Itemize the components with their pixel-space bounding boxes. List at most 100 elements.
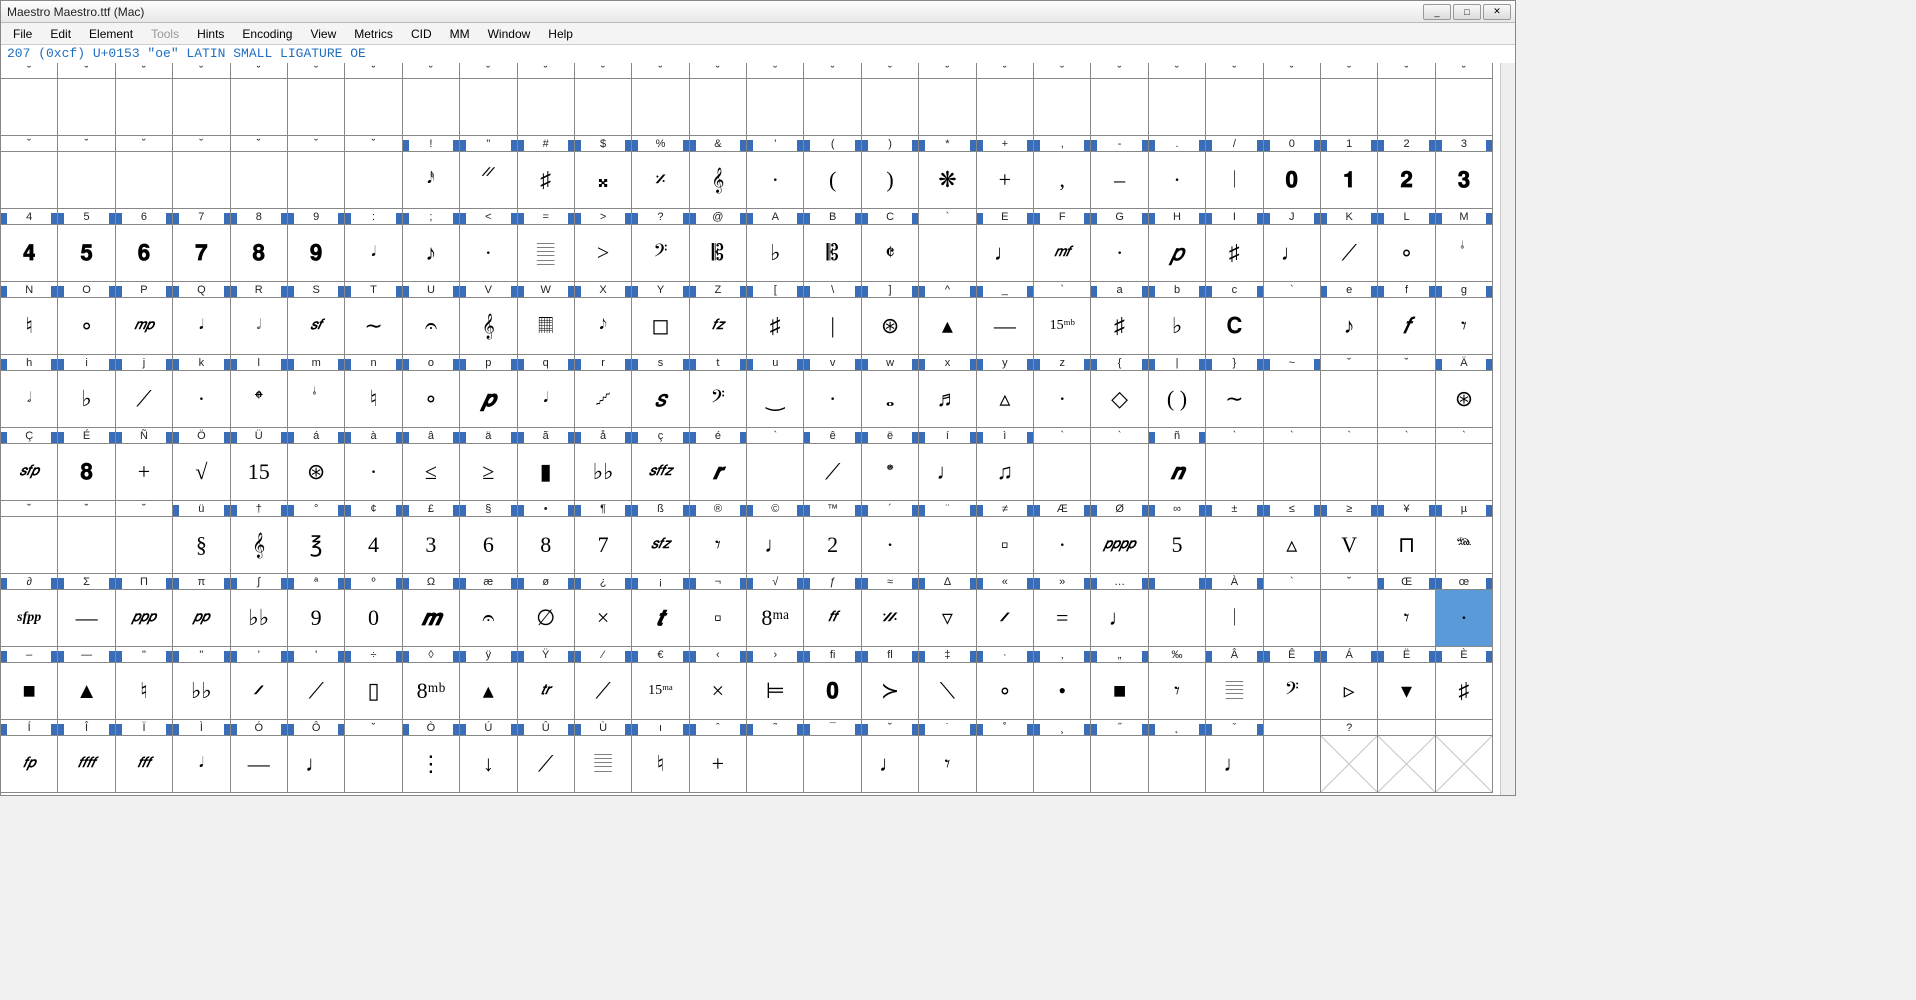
glyph-cell[interactable]: · — [747, 152, 804, 209]
menu-edit[interactable]: Edit — [42, 25, 79, 43]
glyph-cell[interactable]: ♭ — [747, 225, 804, 282]
glyph-cell[interactable] — [1321, 79, 1378, 136]
glyph-header[interactable]: ñ — [1149, 428, 1206, 444]
glyph-header[interactable]: « — [977, 574, 1034, 590]
glyph-header[interactable]: Ç — [1, 428, 58, 444]
glyph-header[interactable]: ` — [1091, 428, 1148, 444]
glyph-cell[interactable] — [1378, 736, 1435, 793]
glyph-header[interactable]: * — [919, 136, 976, 152]
glyph-header[interactable]: Ä — [1436, 355, 1493, 371]
glyph-cell[interactable] — [804, 736, 861, 793]
glyph-header[interactable]: £ — [403, 501, 460, 517]
glyph-header[interactable]: ˘ — [1, 501, 58, 517]
glyph-header[interactable]: " — [116, 647, 173, 663]
glyph-cell[interactable]: 𝄪 — [575, 152, 632, 209]
glyph-cell[interactable]: 𝑓𝑓𝑓 — [116, 736, 173, 793]
glyph-cell[interactable]: ▫ — [690, 590, 747, 647]
glyph-cell[interactable] — [919, 517, 976, 574]
glyph-cell[interactable]: 𝄍 — [231, 663, 288, 720]
glyph-cell[interactable] — [288, 152, 345, 209]
glyph-cell[interactable]: · — [1149, 152, 1206, 209]
glyph-header[interactable]: ? — [632, 209, 689, 225]
glyph-cell[interactable]: 𝄾 — [1436, 298, 1493, 355]
glyph-cell[interactable]: 𝑓𝑓𝑓𝑓 — [58, 736, 115, 793]
glyph-header[interactable]: µ — [1436, 501, 1493, 517]
glyph-header[interactable]: ˘ — [288, 63, 345, 79]
glyph-header[interactable]: „ — [1091, 647, 1148, 663]
vertical-scrollbar[interactable] — [1500, 63, 1515, 795]
glyph-cell[interactable]: 𝟒 — [1, 225, 58, 282]
glyph-header[interactable]: ˘ — [977, 63, 1034, 79]
glyph-header[interactable]: ˘ — [690, 63, 747, 79]
glyph-cell[interactable] — [1, 152, 58, 209]
glyph-header[interactable]: Ê — [1264, 647, 1321, 663]
glyph-cell[interactable]: 𝅘𝅥 — [345, 225, 402, 282]
glyph-cell[interactable] — [173, 79, 230, 136]
glyph-cell[interactable]: √ — [173, 444, 230, 501]
menu-window[interactable]: Window — [480, 25, 539, 43]
glyph-header[interactable]: \ — [804, 282, 861, 298]
glyph-cell[interactable]: · — [1034, 517, 1091, 574]
glyph-header[interactable]: T — [345, 282, 402, 298]
glyph-header[interactable]: ˘ — [747, 63, 804, 79]
glyph-header[interactable]: › — [747, 647, 804, 663]
glyph-header[interactable]: 9 — [288, 209, 345, 225]
glyph-header[interactable]: ˘ — [116, 63, 173, 79]
glyph-cell[interactable]: 𝐂 — [1206, 298, 1263, 355]
glyph-cell[interactable]: 𝅝 — [862, 371, 919, 428]
glyph-header[interactable]: o — [403, 355, 460, 371]
glyph-header[interactable]: Ì — [173, 720, 230, 736]
glyph-header[interactable]: : — [345, 209, 402, 225]
glyph-cell[interactable] — [1264, 590, 1321, 647]
glyph-grid-container[interactable]: ˘˘˘˘˘˘˘˘˘˘˘˘˘˘˘˘˘˘˘˘˘˘˘˘˘˘˘˘˘˘˘˘˘!"#$%&'… — [1, 63, 1515, 795]
glyph-cell[interactable]: ▹ — [1321, 663, 1378, 720]
glyph-cell[interactable]: 6 — [460, 517, 517, 574]
glyph-header[interactable]: = — [518, 209, 575, 225]
glyph-cell[interactable] — [1149, 590, 1206, 647]
glyph-cell[interactable] — [116, 152, 173, 209]
glyph-header[interactable]: π — [173, 574, 230, 590]
glyph-cell[interactable]: 𝄏 — [862, 590, 919, 647]
menu-hints[interactable]: Hints — [189, 25, 232, 43]
glyph-header[interactable]: 0 — [1264, 136, 1321, 152]
glyph-header[interactable]: ` — [1264, 428, 1321, 444]
glyph-cell[interactable]: ♭ — [1149, 298, 1206, 355]
glyph-cell[interactable]: ∼ — [1206, 371, 1263, 428]
glyph-header[interactable]: Y — [632, 282, 689, 298]
menu-view[interactable]: View — [302, 25, 344, 43]
glyph-header[interactable]: Œ — [1378, 574, 1435, 590]
glyph-cell[interactable]: 3 — [403, 517, 460, 574]
glyph-header[interactable]: s — [632, 355, 689, 371]
glyph-header[interactable]: ) — [862, 136, 919, 152]
glyph-cell[interactable]: ⟋ — [288, 663, 345, 720]
glyph-header[interactable]: 1 — [1321, 136, 1378, 152]
glyph-header[interactable]: 8 — [231, 209, 288, 225]
glyph-header[interactable]: ˝ — [1091, 720, 1148, 736]
glyph-header[interactable]: ' — [747, 136, 804, 152]
glyph-header[interactable]: ç — [632, 428, 689, 444]
glyph-header[interactable]: Ù — [575, 720, 632, 736]
glyph-header[interactable]: ˙ — [919, 720, 976, 736]
glyph-cell[interactable]: ♪ — [1321, 298, 1378, 355]
glyph-header[interactable]: " — [173, 647, 230, 663]
glyph-cell[interactable] — [231, 152, 288, 209]
glyph-cell[interactable]: 8 — [518, 517, 575, 574]
glyph-cell[interactable]: 15ᵐᵇ — [1034, 298, 1091, 355]
glyph-cell[interactable]: 𝄓 — [460, 152, 517, 209]
glyph-header[interactable]: ˘ — [288, 136, 345, 152]
glyph-header[interactable]: ˘ — [173, 136, 230, 152]
glyph-cell[interactable]: ⟋ — [804, 444, 861, 501]
glyph-cell[interactable] — [58, 517, 115, 574]
glyph-cell[interactable]: ⟋ — [518, 736, 575, 793]
glyph-cell[interactable]: ⋮ — [403, 736, 460, 793]
glyph-cell[interactable] — [1264, 79, 1321, 136]
glyph-cell[interactable]: 𝅘𝅥 — [173, 736, 230, 793]
glyph-header[interactable]: ´ — [862, 501, 919, 517]
glyph-header[interactable]: ˘ — [58, 136, 115, 152]
glyph-header[interactable]: 5 — [58, 209, 115, 225]
glyph-header[interactable]: æ — [460, 574, 517, 590]
glyph-cell[interactable] — [460, 79, 517, 136]
glyph-cell[interactable]: 𝅗𝅥 — [231, 298, 288, 355]
glyph-header[interactable]: ‡ — [919, 647, 976, 663]
glyph-cell[interactable] — [231, 79, 288, 136]
